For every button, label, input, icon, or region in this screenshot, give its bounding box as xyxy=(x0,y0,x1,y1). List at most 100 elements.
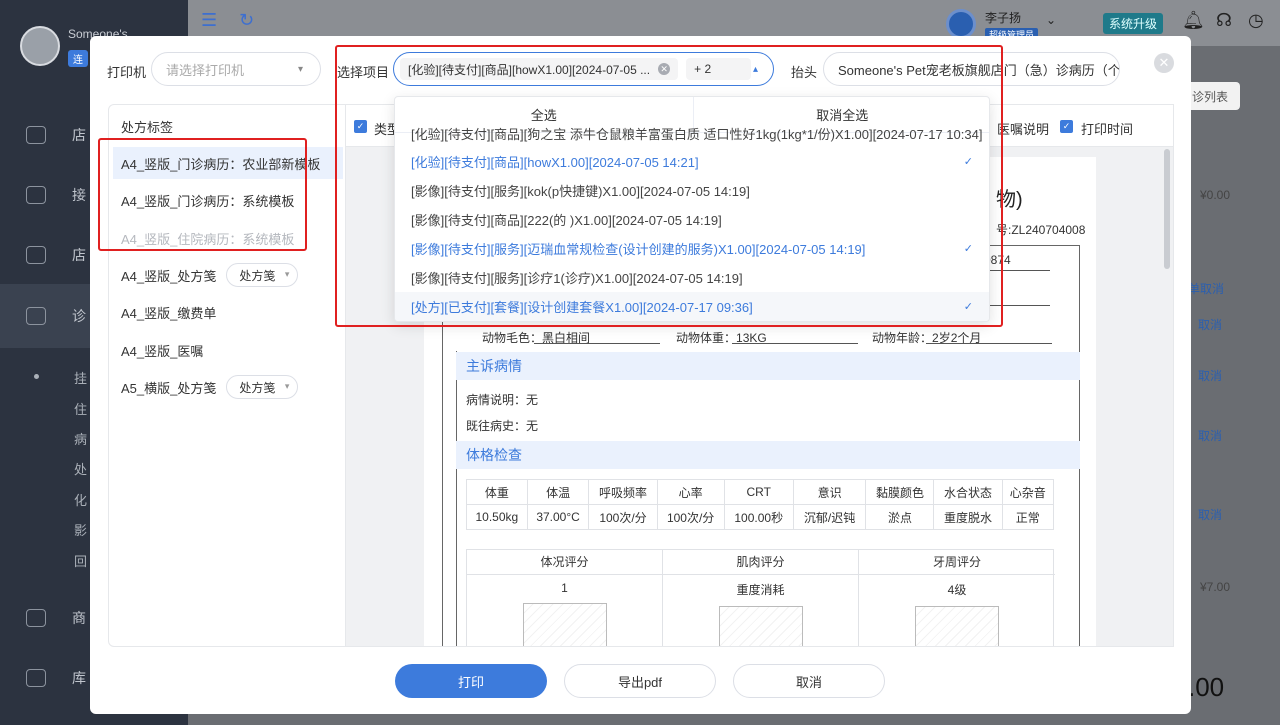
table-header: 水合状态 xyxy=(933,479,1003,505)
table-header: 心率 xyxy=(656,479,725,505)
sidebar-sub-item[interactable]: 影 xyxy=(74,520,87,539)
complaint-section-title: 主诉病情 xyxy=(456,352,1080,380)
active-dot xyxy=(34,374,39,379)
table-cell: 100次/分 xyxy=(588,504,658,530)
cancel-button[interactable]: 取消 xyxy=(733,664,885,698)
clock-icon[interactable]: ◷ xyxy=(1248,10,1264,31)
chevron-down-icon: ▾ xyxy=(298,64,304,75)
shop-avatar[interactable] xyxy=(20,26,60,66)
chevron-down-icon[interactable]: ⌄ xyxy=(1046,13,1056,27)
headset-icon[interactable]: ☊ xyxy=(1216,10,1232,31)
document-title: 物) xyxy=(996,189,1023,211)
preview-scrollbar[interactable] xyxy=(1164,149,1170,269)
cancel-link[interactable]: 单取消 xyxy=(1188,280,1224,297)
sidebar-sub-item[interactable]: 住 xyxy=(74,399,87,418)
template-item[interactable]: A4_竖版_住院病历：系统模板 xyxy=(113,222,343,254)
total-amount: .00 xyxy=(1188,672,1225,702)
user-name: 李子扬 xyxy=(985,11,1022,25)
dropdown-option[interactable]: [化验][待支付][商品][howX1.00][2024-07-05 14:21… xyxy=(395,147,989,176)
dropdown-option[interactable]: [处方][已支付][套餐][设计创建套餐X1.00][2024-07-17 09… xyxy=(395,292,989,321)
record-number: 号:ZL240704008 xyxy=(996,223,1086,237)
template-item[interactable]: A4_竖版_处方笺 处方笺 xyxy=(113,259,343,291)
chevron-up-icon: ▴ xyxy=(753,64,759,75)
box-icon xyxy=(26,669,46,687)
underline xyxy=(732,343,858,344)
check-icon: ✓ xyxy=(963,243,973,255)
dropdown-option[interactable]: [影像][待支付][服务][诊疗1(诊疗)X1.00][2024-07-05 1… xyxy=(395,263,989,292)
cancel-link[interactable]: 取消 xyxy=(1198,506,1222,523)
project-more-tag: + 2 xyxy=(686,58,751,80)
dropdown-option[interactable]: [影像][待支付][服务][kok(p快捷键)X1.00][2024-07-05… xyxy=(395,176,989,205)
dropdown-option[interactable]: [影像][待支付][服务][迈瑞血常规检查(设计创建的服务)X1.00][202… xyxy=(395,234,989,263)
upgrade-button[interactable]: 系统升级 xyxy=(1103,13,1164,34)
header-label: 抬头 xyxy=(791,65,818,80)
dropdown-option[interactable]: [影像][待支付][商品][222(的 )X1.00][2024-07-05 1… xyxy=(395,205,989,234)
table-cell: 重度脱水 xyxy=(933,504,1003,530)
table-header: 体温 xyxy=(526,479,590,505)
template-item[interactable]: A5_横版_处方笺 处方笺 xyxy=(113,371,343,403)
dropdown-option[interactable]: [化验][待支付][商品][狗之宝 添牛仓鼠粮羊富蛋白质 适口性好1kg(1kg… xyxy=(395,123,989,143)
header-select[interactable]: Someone's Pet宠老板旗舰店门（急）诊病历（个体 xyxy=(823,52,1120,86)
template-item[interactable]: A4_竖版_门诊病历：农业部新模板 xyxy=(113,147,343,179)
header-value: Someone's Pet宠老板旗舰店门（急）诊病历（个体 xyxy=(838,62,1120,78)
project-tag: [化验][待支付][商品][howX1.00][2024-07-05 ... ✕ xyxy=(400,58,679,80)
cancel-link[interactable]: 取消 xyxy=(1198,367,1222,384)
close-icon[interactable]: ✕ xyxy=(658,63,671,75)
amount-text: ¥7.00 xyxy=(1200,580,1231,594)
time-checkbox[interactable]: ✓ xyxy=(1060,120,1073,133)
muscle-score: 肌肉评分 重度消耗 xyxy=(663,550,859,646)
table-header: 呼吸频率 xyxy=(588,479,658,505)
condition-desc: 病情说明：无 xyxy=(466,393,539,407)
check-icon: ✓ xyxy=(963,156,973,168)
sidebar-sub-item[interactable]: 化 xyxy=(74,490,87,509)
print-button[interactable]: 打印 xyxy=(395,664,547,698)
template-list-title: 处方标签 xyxy=(121,120,174,135)
cancel-link[interactable]: 取消 xyxy=(1198,316,1222,333)
close-icon[interactable]: ✕ xyxy=(1154,53,1174,73)
table-cell: 10.50kg xyxy=(466,504,528,530)
project-dropdown: 全选 取消全选 [化验][待支付][商品][狗之宝 添牛仓鼠粮羊富蛋白质 适口性… xyxy=(394,96,990,322)
body-score: 体况评分 1 xyxy=(467,550,663,646)
sidebar-sub-item[interactable]: 回 xyxy=(74,551,87,570)
template-option-select[interactable]: 处方笺 xyxy=(226,375,299,399)
advice-label: 医嘱说明 xyxy=(997,122,1050,137)
template-item[interactable]: A4_竖版_医嘱 xyxy=(113,334,343,366)
bag-icon xyxy=(26,609,46,627)
table-cell: 沉郁/迟钝 xyxy=(792,504,867,530)
time-label: 打印时间 xyxy=(1081,122,1134,137)
exam-section-title: 体格检查 xyxy=(456,441,1080,469)
cancel-link[interactable]: 取消 xyxy=(1198,427,1222,444)
clipboard-icon xyxy=(26,186,46,204)
template-list: 处方标签 A4_竖版_门诊病历：农业部新模板 A4_竖版_门诊病历：系统模板 A… xyxy=(108,104,346,647)
sidebar-sub-item[interactable]: 病 xyxy=(74,429,87,448)
underline xyxy=(926,343,1052,344)
table-header: 体重 xyxy=(466,479,528,505)
export-pdf-button[interactable]: 导出pdf xyxy=(564,664,716,698)
table-row: 10.50kg 37.00°C 100次/分 100次/分 100.00秒 沉郁… xyxy=(466,504,1055,530)
project-select[interactable]: [化验][待支付][商品][howX1.00][2024-07-05 ... ✕ … xyxy=(393,52,774,86)
template-option-select[interactable]: 处方笺 xyxy=(226,263,299,287)
sidebar-sub-item[interactable]: 处 xyxy=(74,459,87,478)
table-header: 心杂音 xyxy=(1001,479,1055,505)
history-desc: 既往病史：无 xyxy=(466,419,539,433)
template-item[interactable]: A4_竖版_门诊病历：系统模板 xyxy=(113,184,343,216)
project-label: 选择项目 xyxy=(337,65,390,80)
sidebar-sub-item[interactable]: 挂 xyxy=(74,368,87,387)
type-checkbox[interactable]: ✓ xyxy=(354,120,367,133)
cat-illustration xyxy=(718,606,803,646)
user-avatar[interactable] xyxy=(946,9,976,39)
shop-badge: 连 xyxy=(68,50,88,67)
table-cell: 淤点 xyxy=(865,504,935,530)
score-grid: 体况评分 1 肌肉评分 重度消耗 牙周评分 4级 xyxy=(466,549,1055,646)
printer-select[interactable]: 请选择打印机 xyxy=(151,52,321,86)
table-header: 意识 xyxy=(792,479,867,505)
refresh-icon[interactable]: ↻ xyxy=(239,10,254,31)
body-score-illustration xyxy=(522,603,607,646)
bell-icon[interactable]: 🔔︎ xyxy=(1182,10,1205,31)
printer-placeholder: 请选择打印机 xyxy=(166,62,245,78)
dental-score: 牙周评分 4级 xyxy=(859,550,1055,646)
table-header: CRT xyxy=(723,479,794,505)
menu-icon[interactable]: ☰ xyxy=(201,10,217,31)
table-cell: 100次/分 xyxy=(656,504,725,530)
template-item[interactable]: A4_竖版_缴费单 xyxy=(113,296,343,328)
